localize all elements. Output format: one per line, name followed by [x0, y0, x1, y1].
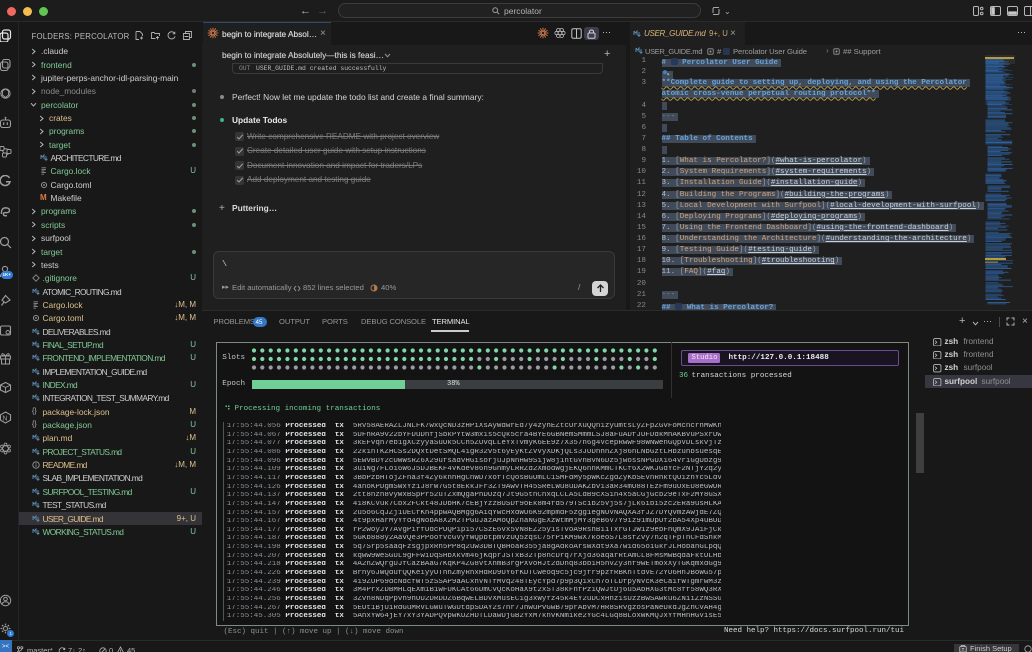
svg-text:N: N	[2, 415, 7, 422]
